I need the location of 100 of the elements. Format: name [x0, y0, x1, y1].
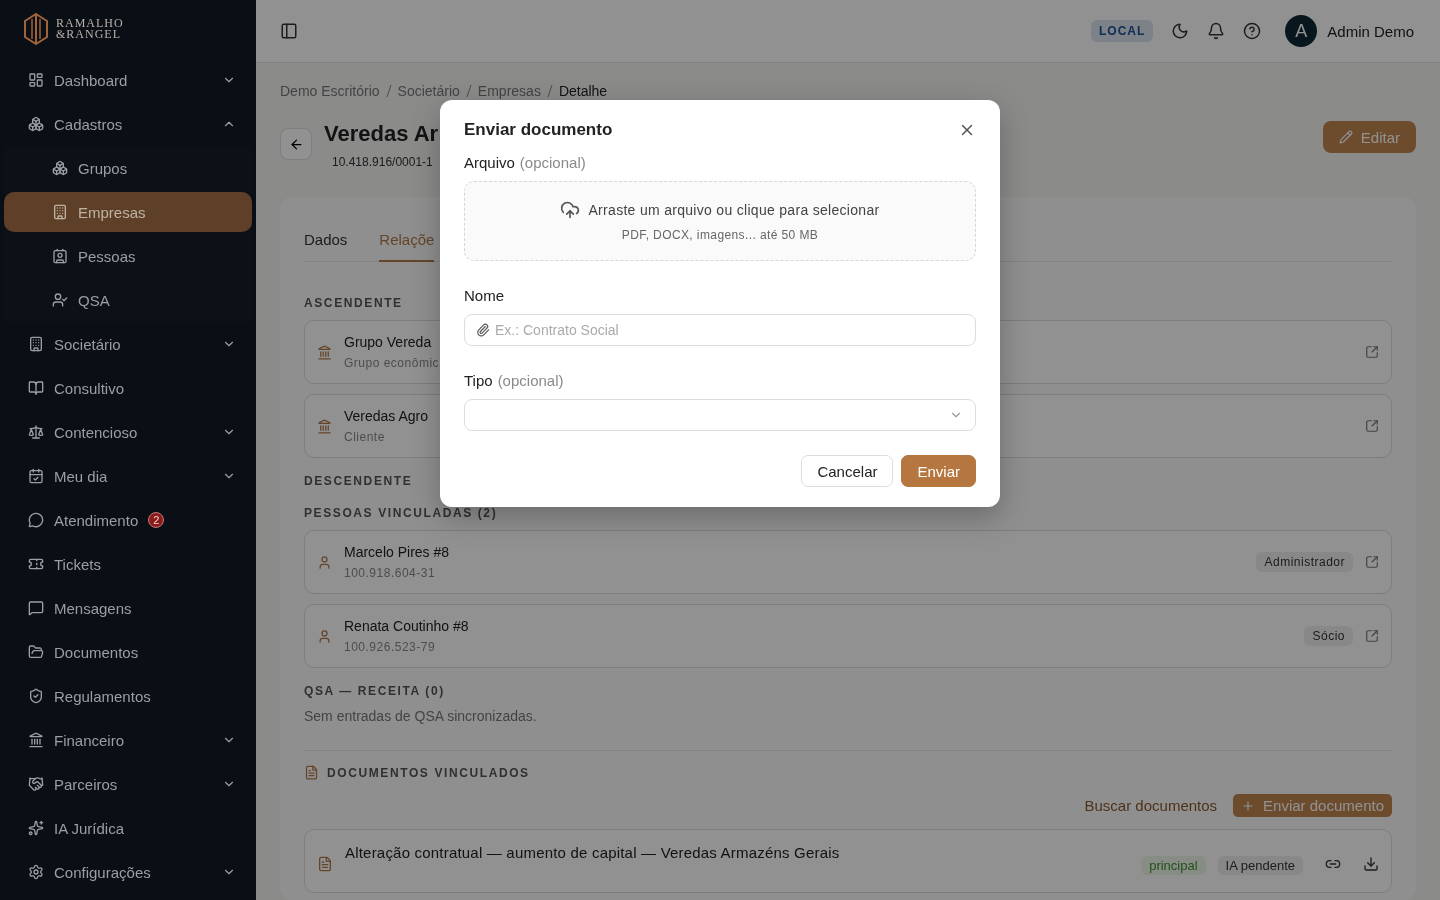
building-icon — [28, 336, 44, 352]
document-badge: principal — [1141, 856, 1206, 875]
person-document: 100.926.523-79 — [344, 640, 436, 654]
sidebar-item[interactable]: Documentos — [4, 632, 252, 672]
plus-icon — [1241, 798, 1256, 813]
sidebar-item[interactable]: Societário — [4, 324, 252, 364]
sidebar-item[interactable]: Financeiro — [4, 720, 252, 760]
ticket-icon — [28, 556, 44, 572]
breadcrumb-item[interactable]: Detalhe — [558, 83, 608, 99]
company-detail: Cliente — [344, 430, 385, 444]
cubes-icon — [28, 116, 44, 132]
user-check-icon — [52, 292, 68, 308]
logo-icon — [24, 13, 48, 45]
file-types-note: PDF, DOCX, imagens... até 50 MB — [621, 228, 819, 242]
bank-icon — [317, 418, 332, 434]
sidebar-item[interactable]: Cadastros — [4, 104, 252, 144]
user-name[interactable]: Admin Demo — [1327, 22, 1414, 40]
logo-text: RAMALHO &RANGEL — [56, 18, 124, 40]
dialog-title: Enviar documento — [464, 120, 613, 140]
building-icon — [52, 204, 68, 220]
sidebar-toggle-icon[interactable] — [280, 22, 298, 40]
empty-message: Sem entradas de QSA sincronizadas. — [304, 708, 538, 724]
external-link-icon[interactable] — [1365, 555, 1379, 569]
field-label: Tipo — [464, 372, 493, 389]
company-name: Veredas Agro — [344, 408, 429, 424]
slash-icon — [465, 85, 472, 97]
company-name: Grupo Vereda — [344, 334, 432, 350]
moon-icon[interactable] — [1171, 22, 1190, 40]
external-link-icon[interactable] — [1365, 629, 1379, 643]
sidebar-item[interactable]: Configurações — [4, 852, 252, 892]
document-icon — [317, 856, 333, 872]
document-badge: IA pendente — [1217, 856, 1303, 875]
pencil-icon — [1338, 130, 1353, 144]
user-icon — [317, 554, 332, 570]
cloud-upload-icon — [560, 200, 581, 220]
chat-bubble-icon — [28, 512, 44, 528]
back-button[interactable] — [280, 128, 312, 160]
sidebar-item[interactable]: Parceiros — [4, 764, 252, 804]
sidebar-item[interactable]: Regulamentos — [4, 676, 252, 716]
section-heading: DOCUMENTOS VINCULADOS — [327, 765, 530, 780]
cubes-icon — [52, 160, 68, 176]
sidebar-item[interactable]: Dashboard — [4, 60, 252, 100]
user-avatar[interactable]: A — [1285, 15, 1318, 47]
name-input[interactable]: Ex.: Contrato Social — [464, 314, 976, 346]
sidebar-item[interactable]: Empresas — [4, 192, 252, 232]
sidebar-item[interactable]: Tickets — [4, 544, 252, 584]
role-badge: Administrador — [1256, 552, 1353, 572]
help-icon[interactable] — [1243, 22, 1262, 40]
slash-icon — [546, 85, 553, 97]
section-heading: ASCENDENTE — [304, 296, 403, 310]
section-heading: QSA — RECEITA (0) — [304, 684, 445, 698]
page-title: Veredas Ar — [324, 121, 439, 147]
contact-card-icon — [52, 248, 68, 264]
sidebar-item[interactable]: Contencioso — [4, 412, 252, 452]
role-badge: Sócio — [1304, 626, 1353, 646]
submit-button[interactable]: Enviar — [901, 455, 976, 487]
bell-icon[interactable] — [1207, 22, 1226, 40]
handshake-icon — [28, 776, 44, 792]
external-link-icon[interactable] — [1365, 419, 1379, 433]
slash-icon — [385, 85, 392, 97]
company-detail: Grupo econômic — [344, 356, 440, 370]
external-link-icon[interactable] — [1365, 345, 1379, 359]
field-label: Arquivo — [464, 154, 515, 171]
company-id: 10.418.916/0001-1 — [331, 155, 433, 169]
section-heading: DESCENDENTE — [304, 474, 413, 488]
sidebar-item[interactable]: IA Jurídica — [4, 808, 252, 848]
dashboard-icon — [28, 72, 44, 88]
sidebar-item[interactable]: Meu dia — [4, 456, 252, 496]
document-icon — [304, 765, 319, 780]
count-badge: 2 — [148, 512, 165, 528]
sparkles-icon — [28, 820, 44, 836]
person-name: Marcelo Pires #8 — [344, 544, 450, 560]
folder-icon — [28, 644, 44, 660]
download-icon[interactable] — [1363, 856, 1379, 872]
scale-icon — [28, 424, 44, 440]
file-drop-zone[interactable]: Arraste um arquivo ou clique para selecionar PDF, DOCX, imagens... até 50 MB — [464, 181, 976, 261]
sidebar-item[interactable]: Grupos — [4, 148, 252, 188]
sidebar-item[interactable]: Pessoas — [4, 236, 252, 276]
book-icon — [28, 380, 44, 396]
cancel-button[interactable]: Cancelar — [801, 455, 894, 487]
sidebar-item[interactable]: Consultivo — [4, 368, 252, 408]
shield-icon — [28, 688, 44, 704]
sidebar-item[interactable]: Atendimento 2 — [4, 500, 252, 540]
search-documents-link[interactable]: Buscar documentos — [1084, 797, 1218, 814]
section-heading: PESSOAS VINCULADAS (2) — [304, 506, 498, 520]
field-label: Nome — [464, 287, 504, 304]
environment-badge: LOCAL — [1090, 20, 1154, 42]
message-icon — [28, 600, 44, 616]
calendar-icon — [28, 468, 44, 484]
user-icon — [317, 628, 332, 644]
paperclip-icon — [476, 323, 490, 337]
bank-icon — [317, 344, 332, 360]
person-name: Renata Coutinho #8 — [344, 618, 469, 634]
optional-hint: (opcional) — [519, 154, 586, 171]
tab[interactable]: Dados — [304, 231, 348, 262]
sidebar-item[interactable]: Mensagens — [4, 588, 252, 628]
drop-instructions: Arraste um arquivo ou clique para selecionar — [588, 202, 880, 218]
optional-hint: (opcional) — [497, 372, 564, 389]
sidebar-item[interactable]: QSA — [4, 280, 252, 320]
person-document: 100.918.604-31 — [344, 566, 436, 580]
